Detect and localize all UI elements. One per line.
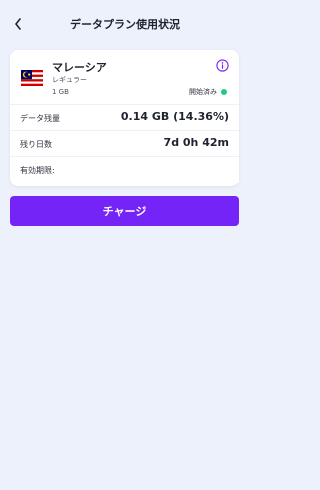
remaining-days-row: 残り日数 7d 0h 42m bbox=[10, 130, 239, 157]
plan-size: 1 GB bbox=[52, 88, 69, 96]
expiry-value bbox=[109, 157, 239, 183]
plan-card: マレーシア レギュラー 1 GB 開始済み データ残量 0.14 GB (14.… bbox=[10, 50, 239, 186]
info-icon[interactable] bbox=[216, 59, 229, 72]
page-title: データプラン使用状況 bbox=[70, 18, 180, 31]
status-indicator: 開始済み bbox=[189, 87, 227, 97]
remaining-data-label: データ残量 bbox=[20, 114, 60, 123]
malaysia-flag-icon bbox=[21, 70, 43, 86]
expiry-row: 有効期限: bbox=[10, 156, 239, 183]
remaining-days-label: 残り日数 bbox=[20, 140, 52, 149]
status-dot bbox=[221, 89, 227, 95]
status-label: 開始済み bbox=[189, 88, 217, 96]
charge-button[interactable]: チャージ bbox=[10, 196, 239, 226]
remaining-data-value: 0.14 GB (14.36%) bbox=[120, 110, 229, 123]
plan-type: レギュラー bbox=[52, 76, 87, 84]
remaining-days-value: 7d 0h 42m bbox=[163, 136, 229, 149]
top-bar: データプラン使用状況 bbox=[0, 0, 250, 44]
remaining-data-row: データ残量 0.14 GB (14.36%) bbox=[10, 104, 239, 131]
expiry-label: 有効期限: bbox=[20, 166, 55, 175]
country-name: マレーシア bbox=[52, 61, 107, 74]
